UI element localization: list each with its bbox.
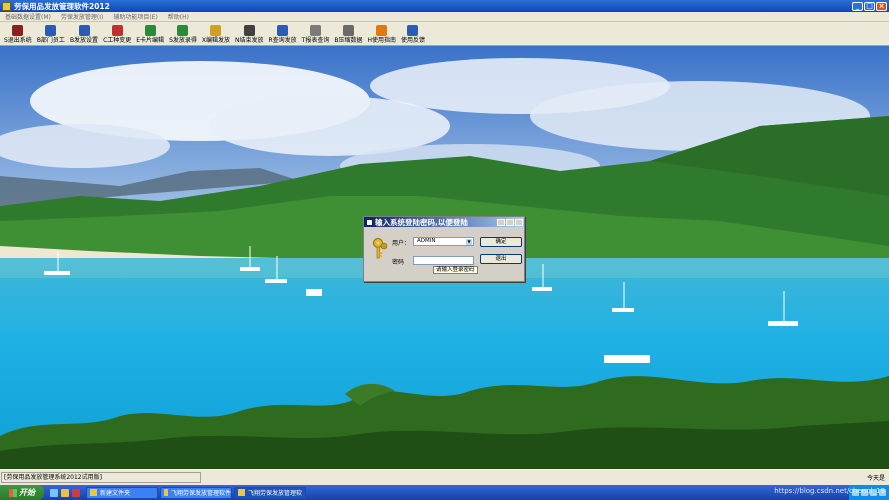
password-input[interactable] xyxy=(413,256,474,265)
swap-icon xyxy=(111,25,123,36)
card-icon xyxy=(144,25,156,36)
task-new-folder[interactable]: 新建文件夹 xyxy=(86,486,158,499)
close-button[interactable]: × xyxy=(876,1,887,11)
login-dialog: 输入系统登陆密码,以便登陆 用户： ADMIN ▼ 密码 请输入登录密码 确定 … xyxy=(363,216,525,282)
toolbar-button-label: T报表查询 xyxy=(301,37,330,44)
dialog-close-button[interactable] xyxy=(515,218,523,226)
database-icon xyxy=(342,25,354,36)
toolbar-button-1[interactable]: B部门员工 xyxy=(35,22,67,45)
menu-issue-management[interactable]: 劳保发放管理(I) xyxy=(56,12,108,21)
task-label: 飞翔劳保发放管理软 xyxy=(248,490,303,497)
user-label: 用户： xyxy=(392,240,411,247)
dialog-icon xyxy=(366,218,373,226)
record-icon xyxy=(177,25,189,36)
save-icon xyxy=(243,25,255,36)
toolbar-button-label: N结束发放 xyxy=(235,37,264,44)
exit-icon xyxy=(12,25,24,36)
window-controls: _ □ × xyxy=(852,1,887,11)
toolbar-button-label: B发放设置 xyxy=(69,37,99,44)
menu-bar: 基础数据设置(M) 劳保发放管理(I) 辅助功能项目(E) 帮助(H) xyxy=(0,12,889,22)
report-icon xyxy=(310,25,321,36)
feedback-icon xyxy=(407,25,419,36)
dialog-title: 输入系统登陆密码,以便登陆 xyxy=(375,217,468,227)
toolbar-button-10[interactable]: B压缩数据 xyxy=(332,22,364,45)
window-title: 劳保用品发放管理软件2012 xyxy=(14,1,110,11)
toolbar-button-label: X编辑发放 xyxy=(201,37,230,44)
dialog-maximize-button[interactable] xyxy=(506,218,514,226)
toolbar-button-0[interactable]: S退出系统 xyxy=(2,22,34,45)
app-icon xyxy=(164,489,168,496)
toolbar-button-6[interactable]: X编辑发放 xyxy=(200,22,232,45)
task-label: 新建文件夹 xyxy=(100,490,131,497)
quick-launch xyxy=(50,488,80,497)
settings-icon xyxy=(78,25,90,36)
user-select[interactable]: ADMIN ▼ xyxy=(413,237,474,246)
help-icon xyxy=(376,25,388,36)
title-bar: 劳保用品发放管理软件2012 _ □ × xyxy=(0,0,889,12)
toolbar-button-5[interactable]: S发放录得 xyxy=(167,22,199,45)
media-icon[interactable] xyxy=(61,488,69,497)
menu-auxiliary[interactable]: 辅助功能项目(E) xyxy=(108,12,162,21)
chevron-down-icon[interactable]: ▼ xyxy=(466,239,472,245)
start-label: 开始 xyxy=(19,488,35,497)
people-icon xyxy=(45,25,57,36)
start-button[interactable]: 开始 xyxy=(0,485,44,500)
maximize-button[interactable]: □ xyxy=(864,1,875,11)
user-select-value: ADMIN xyxy=(417,238,436,244)
ok-button[interactable]: 确定 xyxy=(480,237,522,247)
task-software-active[interactable]: 飞翔劳保发放管理软 xyxy=(234,486,306,499)
app-icon xyxy=(238,489,245,496)
dialog-title-bar: 输入系统登陆密码,以便登陆 xyxy=(364,217,524,227)
watermark-text: https://blog.csdn.net/chengl_19 xyxy=(774,487,885,495)
toolbar-button-label: S发放录得 xyxy=(169,37,197,44)
toolbar-button-label: S退出系统 xyxy=(4,37,32,44)
app-shortcut-icon[interactable] xyxy=(72,488,80,497)
toolbar-button-12[interactable]: 使用反馈 xyxy=(399,22,427,45)
taskbar: 开始 新建文件夹 飞翔劳保发放管理软件 飞翔劳保发放管理软 xyxy=(0,485,889,500)
menu-help[interactable]: 帮助(H) xyxy=(163,12,194,21)
task-label: 飞翔劳保发放管理软件 xyxy=(170,490,231,497)
toolbar-button-9[interactable]: T报表查询 xyxy=(300,22,332,45)
toolbar: S退出系统 B部门员工 B发放设置 C工种变更 E卡片编辑 S发放录得 X编辑发放 N结束发放… xyxy=(0,22,889,46)
menu-basic-data[interactable]: 基础数据设置(M) xyxy=(0,12,56,21)
toolbar-button-label: R查询发放 xyxy=(268,37,297,44)
exit-button[interactable]: 退出 xyxy=(480,254,522,264)
status-app-name: [劳保用品发放管理系统2012试用版] xyxy=(1,472,201,483)
browser-icon[interactable] xyxy=(50,488,58,497)
toolbar-button-label: 使用反馈 xyxy=(400,37,425,44)
toolbar-button-2[interactable]: B发放设置 xyxy=(68,22,100,45)
password-label: 密码 xyxy=(392,259,405,266)
keys-icon xyxy=(372,237,388,263)
toolbar-button-label: B部门员工 xyxy=(36,37,65,44)
pencil-icon xyxy=(210,25,222,36)
minimize-button[interactable]: _ xyxy=(852,1,863,11)
toolbar-button-label: C工种变更 xyxy=(103,37,132,44)
password-tooltip: 请输入登录密码 xyxy=(433,266,478,274)
toolbar-button-label: E卡片编辑 xyxy=(136,37,165,44)
toolbar-button-11[interactable]: H使用指南 xyxy=(365,22,398,45)
toolbar-button-label: H使用指南 xyxy=(367,37,396,44)
folder-icon xyxy=(90,489,97,496)
toolbar-button-4[interactable]: E卡片编辑 xyxy=(134,22,166,45)
toolbar-button-7[interactable]: N结束发放 xyxy=(233,22,266,45)
toolbar-button-label: B压缩数据 xyxy=(334,37,363,44)
dialog-minimize-button[interactable] xyxy=(497,218,505,226)
status-date: 今天是 xyxy=(866,475,885,482)
search-icon xyxy=(277,25,289,36)
toolbar-button-3[interactable]: C工种变更 xyxy=(101,22,133,45)
status-bar: [劳保用品发放管理系统2012试用版] 今天是 xyxy=(0,469,889,485)
toolbar-button-8[interactable]: R查询发放 xyxy=(267,22,299,45)
app-icon xyxy=(2,1,11,11)
windows-logo-icon xyxy=(9,488,17,497)
task-software[interactable]: 飞翔劳保发放管理软件 xyxy=(160,486,232,499)
